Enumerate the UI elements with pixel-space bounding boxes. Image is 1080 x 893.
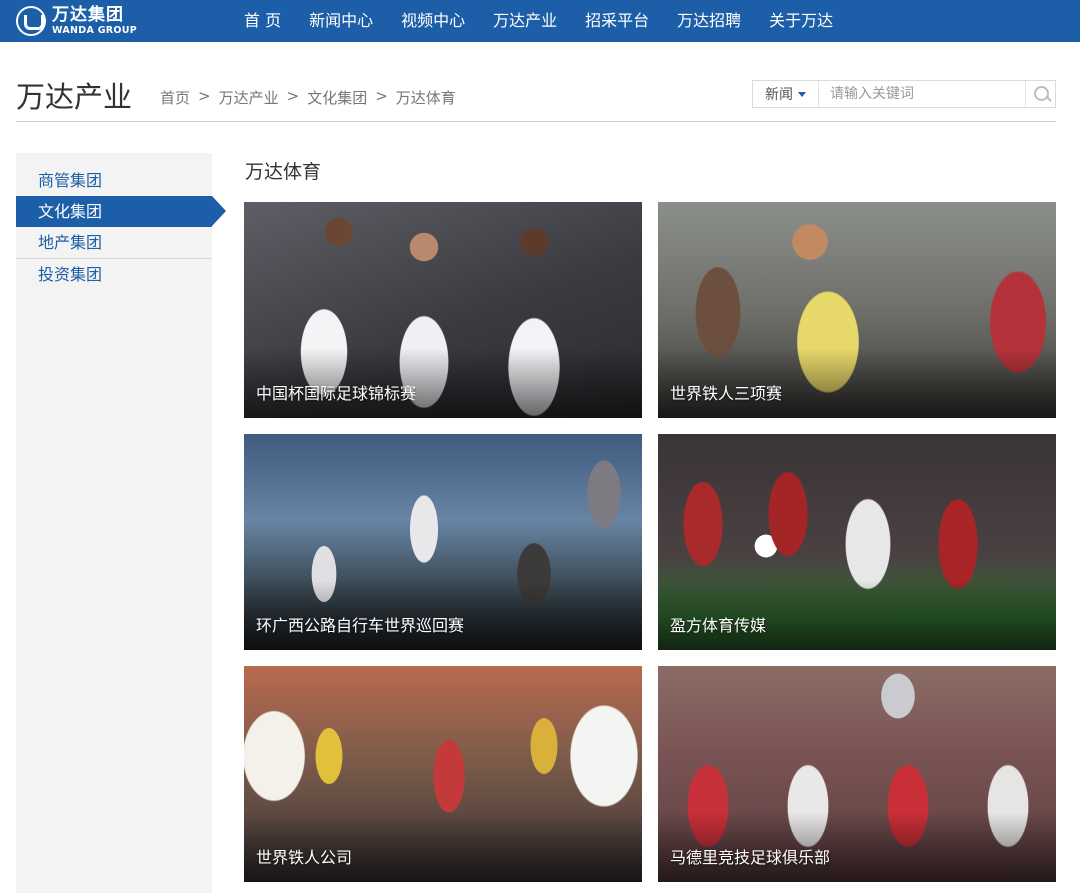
- card-tour-of-guangxi[interactable]: 环广西公路自行车世界巡回赛: [244, 434, 642, 650]
- card-infront-sports-media[interactable]: 盈方体育传媒: [658, 434, 1056, 650]
- header-divider: [16, 121, 1056, 122]
- card-label: 马德里竞技足球俱乐部: [670, 848, 831, 867]
- breadcrumb-wanda-sports[interactable]: 万达体育: [396, 87, 456, 108]
- wanda-logo-icon: [16, 6, 46, 36]
- card-atletico-madrid[interactable]: 马德里竞技足球俱乐部: [658, 666, 1056, 882]
- logo-en: WANDA GROUP: [52, 24, 138, 36]
- search-input[interactable]: [819, 81, 1025, 107]
- breadcrumb-separator: >: [286, 87, 300, 105]
- card-ironman-triathlon[interactable]: 世界铁人三项赛: [658, 202, 1056, 418]
- nav-recruitment[interactable]: 万达招聘: [663, 0, 755, 42]
- search-icon[interactable]: [1025, 81, 1055, 107]
- sidebar-item-real-estate[interactable]: 地产集团: [16, 227, 212, 258]
- logo-text: 万达集团 WANDA GROUP: [52, 4, 138, 36]
- wanda-logo[interactable]: 万达集团 WANDA GROUP: [16, 5, 137, 37]
- page-title: 万达产业: [16, 80, 133, 114]
- nav-home[interactable]: 首 页: [230, 0, 295, 42]
- breadcrumb-industry[interactable]: 万达产业: [219, 87, 279, 108]
- sidebar-item-investment[interactable]: 投资集团: [16, 259, 212, 290]
- section-title: 万达体育: [245, 161, 322, 183]
- search-box: 新闻: [752, 80, 1056, 108]
- search-type-dropdown[interactable]: 新闻: [753, 81, 819, 107]
- breadcrumb-separator: >: [375, 87, 388, 105]
- breadcrumb-culture-group[interactable]: 文化集团: [307, 87, 367, 108]
- card-world-triathlon-corporation[interactable]: 世界铁人公司: [244, 666, 642, 882]
- card-china-cup-football[interactable]: 中国杯国际足球锦标赛: [244, 202, 642, 418]
- sidebar-item-culture-group[interactable]: 文化集团: [16, 196, 226, 227]
- search-type-label: 新闻: [765, 87, 793, 103]
- card-label: 中国杯国际足球锦标赛: [256, 384, 417, 403]
- card-label: 世界铁人公司: [256, 848, 353, 867]
- sidebar: 商管集团 文化集团 地产集团 投资集团: [16, 153, 226, 893]
- card-label: 盈方体育传媒: [670, 616, 767, 635]
- sidebar-item-commercial-management[interactable]: 商管集团: [16, 165, 212, 196]
- nav-procurement[interactable]: 招采平台: [571, 0, 663, 42]
- nav-wanda-industry[interactable]: 万达产业: [479, 0, 571, 42]
- nav-video-center[interactable]: 视频中心: [387, 0, 479, 42]
- nav-news-center[interactable]: 新闻中心: [295, 0, 387, 42]
- main-nav: 首 页 新闻中心 视频中心 万达产业 招采平台 万达招聘 关于万达: [230, 0, 847, 42]
- breadcrumb: 首页 > 万达产业 > 文化集团 > 万达体育: [160, 87, 456, 108]
- card-label: 环广西公路自行车世界巡回赛: [256, 616, 465, 635]
- logo-cn: 万达集团: [52, 4, 124, 25]
- card-label: 世界铁人三项赛: [670, 384, 783, 403]
- nav-about[interactable]: 关于万达: [755, 0, 847, 42]
- breadcrumb-home[interactable]: 首页: [160, 87, 190, 108]
- breadcrumb-separator: >: [198, 87, 211, 105]
- caret-down-icon: [798, 91, 806, 97]
- top-nav-bar: 万达集团 WANDA GROUP 首 页 新闻中心 视频中心 万达产业 招采平台…: [0, 0, 1080, 42]
